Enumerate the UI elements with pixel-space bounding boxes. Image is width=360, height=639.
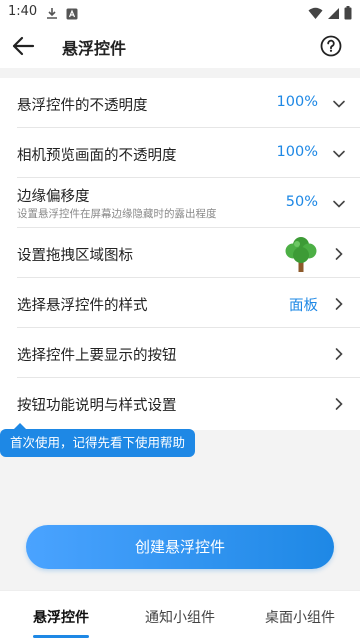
setting-row-edge-offset[interactable]: 边缘偏移度 设置悬浮控件在屏幕边缘隐藏时的露出程度 50%	[0, 178, 360, 228]
chevron-down-icon	[332, 146, 346, 160]
status-time: 1:40	[8, 4, 38, 19]
chevron-right-icon	[332, 396, 346, 410]
setting-label: 悬浮控件的不透明度	[17, 98, 148, 114]
chevron-right-icon	[332, 296, 346, 310]
signal-icon	[327, 5, 340, 24]
setting-label: 按钮功能说明与样式设置	[17, 398, 177, 414]
setting-row-button-help[interactable]: 按钮功能说明与样式设置	[0, 378, 360, 428]
setting-label: 相机预览画面的不透明度	[17, 148, 177, 164]
chevron-right-icon	[332, 346, 346, 360]
help-circle-icon[interactable]	[320, 35, 342, 57]
create-widget-button[interactable]: 创建悬浮控件	[26, 525, 334, 569]
help-tooltip[interactable]: 首次使用，记得先看下使用帮助	[0, 423, 196, 457]
setting-value: 面板	[289, 298, 318, 314]
setting-row-buttons[interactable]: 选择控件上要显示的按钮	[0, 328, 360, 378]
chevron-down-icon	[332, 196, 346, 210]
chevron-down-icon	[332, 96, 346, 110]
setting-sublabel: 设置悬浮控件在屏幕边缘隐藏时的露出程度	[17, 208, 217, 220]
app-a-icon	[66, 5, 78, 24]
setting-row-widget-opacity[interactable]: 悬浮控件的不透明度 100%	[0, 78, 360, 128]
settings-list: 悬浮控件的不透明度 100% 相机预览画面的不透明度 100% 边缘偏移度 设置…	[0, 78, 360, 430]
setting-label: 设置拖拽区域图标	[17, 248, 133, 264]
tooltip-arrow	[14, 423, 26, 429]
app-bar: 悬浮控件	[0, 24, 360, 68]
tab-desktop-widget[interactable]: 桌面小组件	[265, 607, 335, 627]
setting-row-camera-opacity[interactable]: 相机预览画面的不透明度 100%	[0, 128, 360, 178]
tree-icon	[284, 235, 318, 273]
setting-label: 边缘偏移度	[17, 189, 90, 205]
tab-indicator	[33, 635, 89, 638]
tab-floating-widget[interactable]: 悬浮控件	[33, 607, 89, 627]
setting-label: 选择控件上要显示的按钮	[17, 348, 177, 364]
setting-label: 选择悬浮控件的样式	[17, 298, 148, 314]
chevron-right-icon	[332, 246, 346, 260]
setting-value: 100%	[276, 94, 318, 110]
wifi-icon	[308, 5, 323, 24]
tab-notification-widget[interactable]: 通知小组件	[145, 607, 215, 627]
setting-value: 100%	[276, 144, 318, 160]
status-bar: 1:40	[0, 0, 360, 24]
battery-icon	[344, 5, 352, 24]
setting-row-widget-style[interactable]: 选择悬浮控件的样式 面板	[0, 278, 360, 328]
arrow-left-icon[interactable]	[10, 34, 36, 58]
tooltip-text: 首次使用，记得先看下使用帮助	[10, 435, 186, 450]
setting-value: 50%	[285, 194, 318, 210]
page-title: 悬浮控件	[62, 39, 127, 58]
bottom-tab-bar: 悬浮控件 通知小组件 桌面小组件	[0, 590, 360, 639]
download-icon	[46, 5, 58, 24]
setting-row-drag-icon[interactable]: 设置拖拽区域图标	[0, 228, 360, 278]
